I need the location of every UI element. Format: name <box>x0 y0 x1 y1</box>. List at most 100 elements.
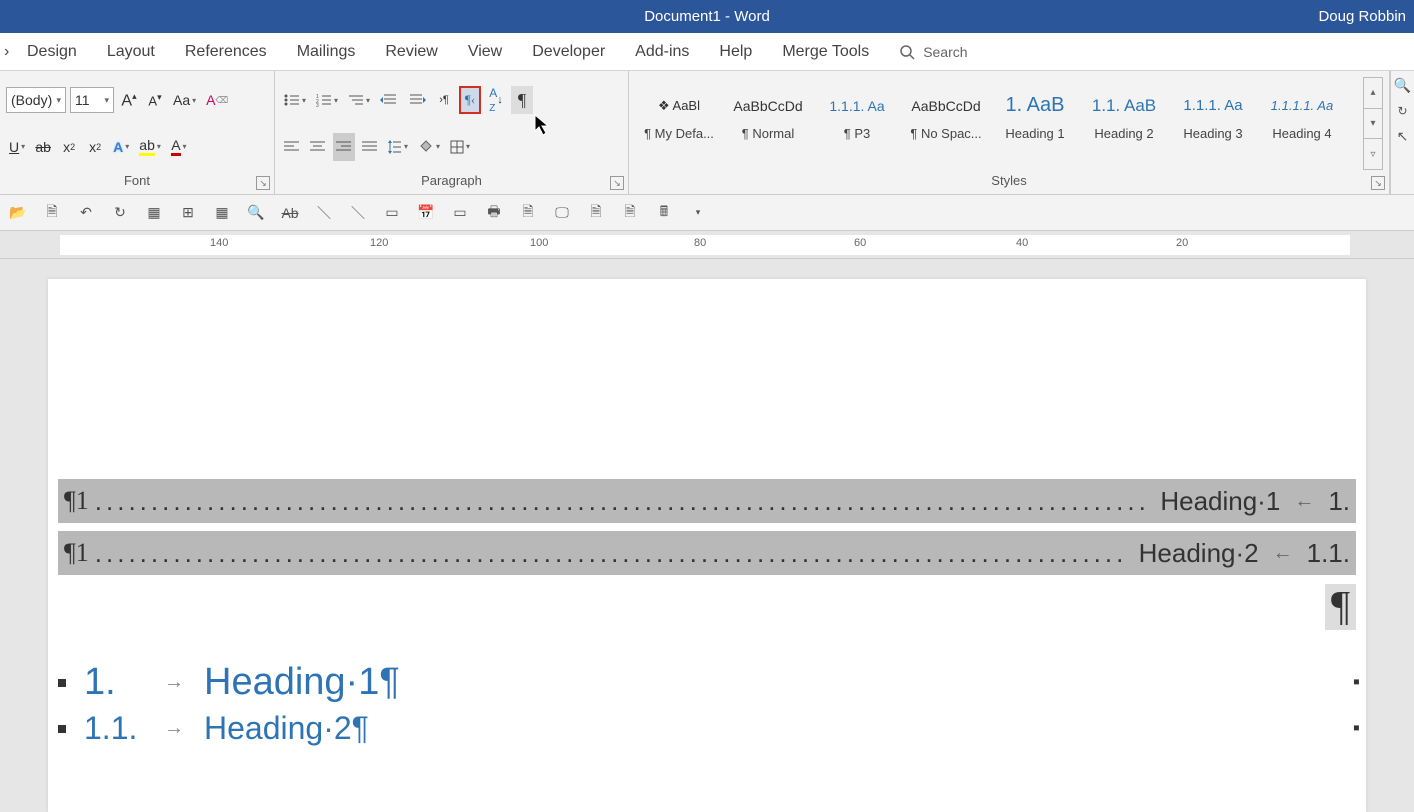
styles-scroll-up[interactable]: ▴ <box>1364 78 1382 109</box>
styles-dialog-launcher[interactable]: ↘ <box>1371 176 1385 190</box>
shrink-font-button[interactable]: A▾ <box>144 86 166 114</box>
tab-developer[interactable]: Developer <box>517 33 620 70</box>
user-name[interactable]: Doug Robbin <box>1318 8 1406 25</box>
style-heading-4[interactable]: 1.1.1.1. AaHeading 4 <box>1258 77 1346 155</box>
styles-gallery-scroll: ▴ ▾ ▿ <box>1363 77 1383 170</box>
horizontal-ruler[interactable]: 140 120 100 80 60 40 20 <box>0 231 1414 259</box>
paragraph-dialog-launcher[interactable]: ↘ <box>610 176 624 190</box>
tab-help[interactable]: Help <box>704 33 767 70</box>
align-left-icon <box>284 141 300 153</box>
borders-button[interactable] <box>447 133 473 161</box>
change-case-button[interactable]: Aa <box>170 86 199 114</box>
tab-addins[interactable]: Add-ins <box>620 33 704 70</box>
tab-references[interactable]: References <box>170 33 282 70</box>
tab-layout[interactable]: Layout <box>92 33 170 70</box>
qat-table-button[interactable]: ▦ <box>210 201 234 225</box>
qat-doc-icon[interactable]: 🗎 <box>516 201 540 225</box>
qat-undo-button[interactable]: ↶ <box>74 201 98 225</box>
align-right-button[interactable] <box>333 133 355 161</box>
style-p3[interactable]: 1.1.1. Aa¶ P3 <box>813 77 901 155</box>
tell-me-search[interactable]: Search <box>899 44 967 60</box>
justify-button[interactable] <box>359 133 381 161</box>
style-normal[interactable]: AaBbCcDd¶ Normal <box>724 77 812 155</box>
paragraph-group-label: Paragraph <box>281 170 622 192</box>
tab-view[interactable]: View <box>453 33 517 70</box>
heading-2-line[interactable]: 1.1. → Heading·2¶ ▪ <box>58 710 1356 747</box>
qat-print-icon[interactable]: 🖶 <box>482 201 506 225</box>
highlight-color-button[interactable]: ab <box>136 133 164 161</box>
qat-customize-button[interactable]: ▾ <box>686 201 710 225</box>
qat-form-icon[interactable]: ▭ <box>448 201 472 225</box>
tab-arrow-icon: ← <box>1294 490 1314 513</box>
qat-page-icon[interactable]: 🗎 <box>584 201 608 225</box>
font-group-label: Font <box>6 170 268 192</box>
tab-review[interactable]: Review <box>370 33 452 70</box>
qat-calc-button[interactable]: 🖩 <box>652 201 676 225</box>
document-area[interactable]: ¶1 .....................................… <box>0 259 1414 812</box>
tab-design[interactable]: Design <box>12 33 92 70</box>
sort-button[interactable]: AZ↓ <box>485 86 507 114</box>
subscript-button[interactable]: x2 <box>58 133 80 161</box>
styles-scroll-down[interactable]: ▾ <box>1364 109 1382 140</box>
show-hide-marks-button[interactable]: ¶ <box>511 86 533 114</box>
qat-zoom-icon[interactable]: 🔍 <box>244 201 268 225</box>
select-icon[interactable]: ↖ <box>1397 128 1409 145</box>
style-heading-2[interactable]: 1.1. AaBHeading 2 <box>1080 77 1168 155</box>
tab-mailings[interactable]: Mailings <box>282 33 371 70</box>
qat-new-icon[interactable]: 🗎 <box>40 201 64 225</box>
bullets-button[interactable] <box>281 86 309 114</box>
qat-screen-icon[interactable]: 🖵 <box>550 201 574 225</box>
decrease-indent-button[interactable] <box>377 86 401 114</box>
page[interactable]: ¶1 .....................................… <box>48 279 1366 812</box>
line-spacing-button[interactable] <box>385 133 411 161</box>
find-icon[interactable]: 🔍 <box>1394 77 1411 94</box>
qat-line2-icon[interactable]: ＼ <box>346 201 370 225</box>
grow-font-button[interactable]: A▴ <box>118 86 140 114</box>
qat-orgchart-icon[interactable]: ⊞ <box>176 201 200 225</box>
increase-indent-button[interactable] <box>405 86 429 114</box>
superscript-button[interactable]: x2 <box>84 133 106 161</box>
shading-button[interactable] <box>415 133 443 161</box>
toc-entry-2[interactable]: ¶1 .....................................… <box>58 531 1356 575</box>
toc-entry-1[interactable]: ¶1 .....................................… <box>58 479 1356 523</box>
rtl-direction-button[interactable]: ¶‹ <box>459 86 481 114</box>
style-my-default[interactable]: ❖ AaBl¶ My Defa... <box>635 77 723 155</box>
align-left-button[interactable] <box>281 133 303 161</box>
numbering-button[interactable]: 123 <box>313 86 341 114</box>
qat-strikethrough-icon[interactable]: Ab <box>278 201 302 225</box>
styles-expand[interactable]: ▿ <box>1364 139 1382 169</box>
multilevel-icon <box>348 93 364 107</box>
align-right-icon <box>336 141 352 153</box>
qat-redo-button[interactable]: ↻ <box>108 201 132 225</box>
style-heading-1[interactable]: 1. AaBHeading 1 <box>991 77 1079 155</box>
qat-page2-icon[interactable]: 🗎 <box>618 201 642 225</box>
qat-date-icon[interactable]: 📅 <box>414 201 438 225</box>
font-name-combo[interactable]: (Body) <box>6 87 66 113</box>
text-effects-button[interactable]: A <box>110 133 132 161</box>
group-font: (Body) 11 A▴ A▾ Aa A⌫ U ab x2 x2 A ab A … <box>0 71 275 194</box>
font-size-combo[interactable]: 11 <box>70 87 114 113</box>
clear-formatting-button[interactable]: A⌫ <box>203 86 231 114</box>
heading-1-line[interactable]: 1. → Heading·1¶ ▪ <box>58 661 1356 704</box>
qat-shape-button[interactable]: ▭ <box>380 201 404 225</box>
tab-arrow-icon: ← <box>1273 542 1293 565</box>
styles-gallery[interactable]: ❖ AaBl¶ My Defa... AaBbCcDd¶ Normal 1.1.… <box>635 77 1363 155</box>
replace-icon[interactable]: ↻ <box>1397 104 1407 118</box>
font-dialog-launcher[interactable]: ↘ <box>256 176 270 190</box>
font-color-button[interactable]: A <box>168 133 190 161</box>
align-center-button[interactable] <box>307 133 329 161</box>
qat-open-icon[interactable]: 📂 <box>6 201 30 225</box>
qat-macros-icon[interactable]: ▦ <box>142 201 166 225</box>
style-heading-3[interactable]: 1.1.1. AaHeading 3 <box>1169 77 1257 155</box>
search-placeholder: Search <box>923 44 967 60</box>
tab-arrow-icon: → <box>164 717 184 740</box>
tab-cut-left[interactable]: › <box>0 33 12 70</box>
tab-merge-tools[interactable]: Merge Tools <box>767 33 884 70</box>
style-no-spacing[interactable]: AaBbCcDd¶ No Spac... <box>902 77 990 155</box>
ltr-direction-button[interactable]: ›¶ <box>433 86 455 114</box>
bullets-icon <box>284 93 300 107</box>
qat-line-icon[interactable]: ＼ <box>312 201 336 225</box>
multilevel-list-button[interactable] <box>345 86 373 114</box>
strikethrough-button[interactable]: ab <box>32 133 54 161</box>
underline-button[interactable]: U <box>6 133 28 161</box>
